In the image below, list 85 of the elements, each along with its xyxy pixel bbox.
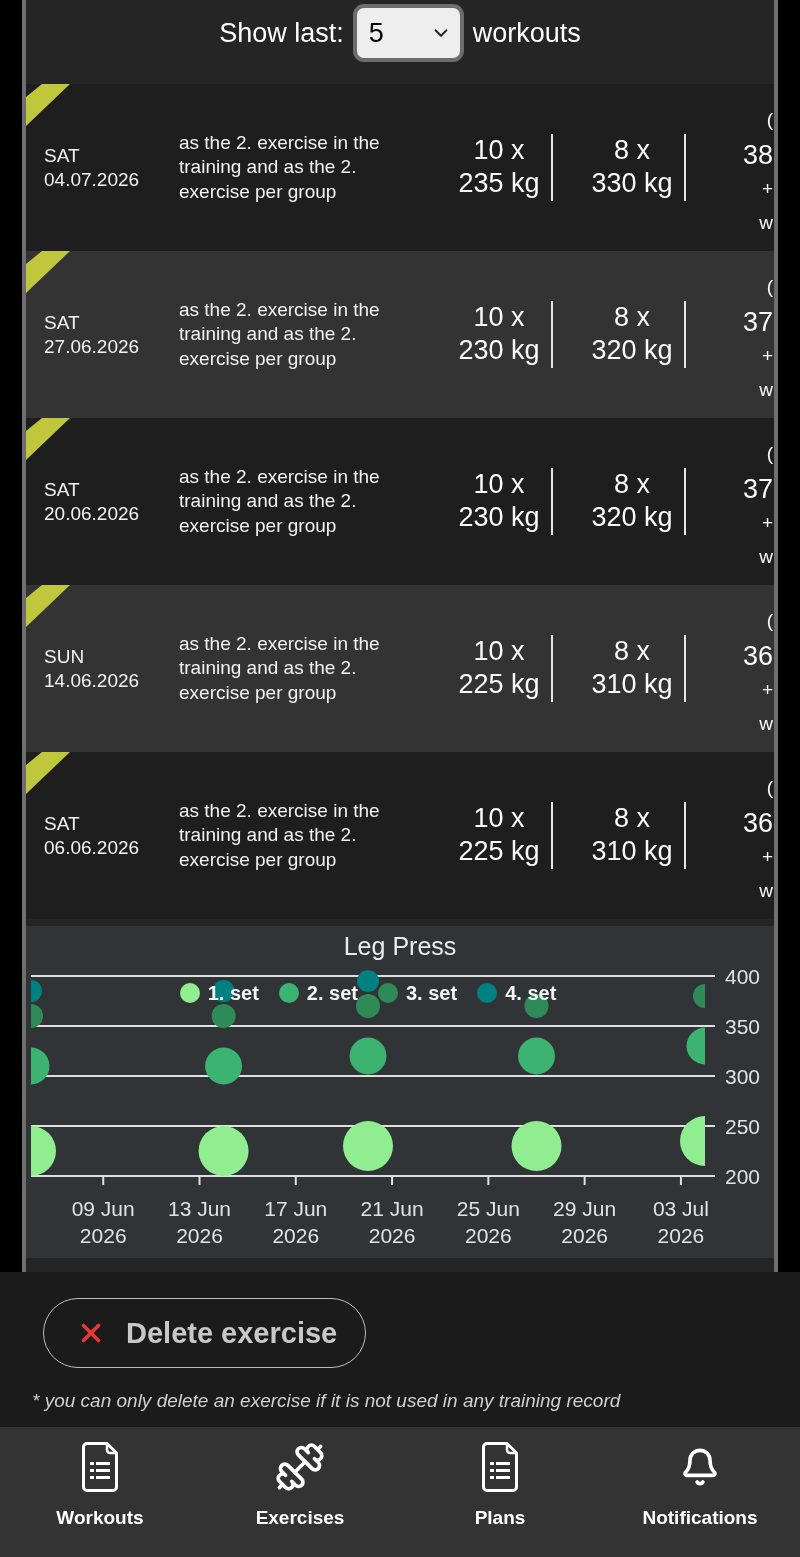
- document-list-icon: [82, 1442, 118, 1492]
- cell-text: 37: [742, 306, 773, 339]
- weekday-text: SUN: [44, 644, 85, 669]
- weight-text: 235 kg: [458, 167, 540, 200]
- date-text: 06.06.2026: [44, 835, 140, 860]
- date-text: 20.06.2026: [44, 501, 140, 526]
- nav-button[interactable]: Exercises: [200, 1427, 400, 1557]
- cell-text: w: [759, 879, 773, 903]
- exercise-description: as the 2. exercise in the training and as the 2. exercise per group: [179, 631, 381, 705]
- bell-icon: [680, 1447, 720, 1487]
- reps-text: 10 x: [473, 301, 525, 334]
- exercise-description: as the 2. exercise in the training and as the 2. exercise per group: [179, 297, 381, 371]
- reps-text: 10 x: [473, 134, 525, 167]
- weight-text: 310 kg: [591, 668, 673, 701]
- x-axis-label: 21 Jun 2026: [360, 1197, 424, 1247]
- legend-label: 4. set: [505, 981, 557, 1005]
- exercise-description: as the 2. exercise in the training and as the 2. exercise per group: [179, 464, 381, 538]
- cell-text: 37: [742, 473, 773, 506]
- x-axis-label: 13 Jun 2026: [167, 1197, 232, 1247]
- weight-text: 330 kg: [591, 167, 673, 200]
- cell-text: +: [761, 177, 773, 201]
- exercise-description: as the 2. exercise in the training and as the 2. exercise per group: [179, 798, 381, 872]
- weight-text: 230 kg: [458, 501, 540, 534]
- y-axis-label: 200: [725, 1164, 761, 1188]
- weight-text: 225 kg: [458, 835, 540, 868]
- y-axis-label: 350: [725, 1014, 761, 1038]
- cell-text: 38: [742, 139, 773, 172]
- x-axis-label: 17 Jun 2026: [264, 1197, 328, 1247]
- legend-label: 1. set: [207, 981, 259, 1005]
- x-axis-label: 25 Jun 2026: [456, 1197, 520, 1247]
- reps-text: 10 x: [473, 635, 525, 668]
- date-text: 04.07.2026: [44, 167, 140, 192]
- y-axis-label: 400: [725, 964, 761, 988]
- cell-text: w: [759, 545, 773, 569]
- reps-text: 8 x: [614, 134, 650, 167]
- weekday-text: SAT: [44, 811, 80, 836]
- cell-text: +: [761, 511, 773, 535]
- nav-button[interactable]: Plans: [400, 1427, 600, 1557]
- weekday-text: SAT: [44, 143, 80, 168]
- weekday-text: SAT: [44, 310, 80, 335]
- cell-text: (: [766, 108, 773, 132]
- workouts-label: workouts: [472, 17, 581, 50]
- weight-text: 320 kg: [591, 501, 673, 534]
- cell-text: (: [766, 275, 773, 299]
- x-axis-label: 03 Jul 2026: [652, 1197, 709, 1247]
- legend-label: 3. set: [406, 981, 458, 1005]
- x-axis-label: 09 Jun 2026: [71, 1197, 135, 1247]
- document-list-icon: [482, 1442, 518, 1492]
- x-axis-label: 29 Jun 2026: [553, 1197, 617, 1247]
- weight-text: 310 kg: [591, 835, 673, 868]
- cell-text: w: [759, 378, 773, 402]
- cell-text: (: [766, 442, 773, 466]
- cell-text: +: [761, 678, 773, 702]
- reps-text: 8 x: [614, 468, 650, 501]
- date-text: 14.06.2026: [44, 668, 140, 693]
- weight-text: 320 kg: [591, 334, 673, 367]
- cell-text: w: [759, 712, 773, 736]
- nav-button[interactable]: Workouts: [0, 1427, 200, 1557]
- dumbbell-icon: [274, 1441, 326, 1493]
- weekday-text: SAT: [44, 477, 80, 502]
- delete-note: * you can only delete an exercise if it is not used in any training record: [32, 1389, 621, 1413]
- cell-text: +: [761, 344, 773, 368]
- cell-text: 36: [742, 807, 773, 840]
- reps-text: 8 x: [614, 635, 650, 668]
- date-text: 27.06.2026: [44, 334, 140, 359]
- reps-text: 10 x: [473, 468, 525, 501]
- y-axis-label: 300: [725, 1064, 761, 1088]
- nav-button[interactable]: Notifications: [600, 1427, 800, 1557]
- legend-label: 2. set: [306, 981, 358, 1005]
- diagonal-stripe-icon: [26, 84, 70, 126]
- cell-text: +: [761, 845, 773, 869]
- reps-text: 8 x: [614, 301, 650, 334]
- workouts-count-select[interactable]: 5: [352, 4, 464, 62]
- reps-text: 8 x: [614, 802, 650, 835]
- cell-text: (: [766, 776, 773, 800]
- weight-text: 230 kg: [458, 334, 540, 367]
- weight-text: 225 kg: [458, 668, 540, 701]
- reps-text: 10 x: [473, 802, 525, 835]
- exercise-description: as the 2. exercise in the training and as the 2. exercise per group: [179, 130, 381, 204]
- show-last-label: Show last:: [219, 17, 344, 50]
- cell-text: 36: [742, 640, 773, 673]
- chart-title: Leg Press: [343, 931, 457, 962]
- y-axis-label: 250: [725, 1114, 761, 1138]
- cell-text: (: [766, 609, 773, 633]
- cell-text: w: [759, 211, 773, 235]
